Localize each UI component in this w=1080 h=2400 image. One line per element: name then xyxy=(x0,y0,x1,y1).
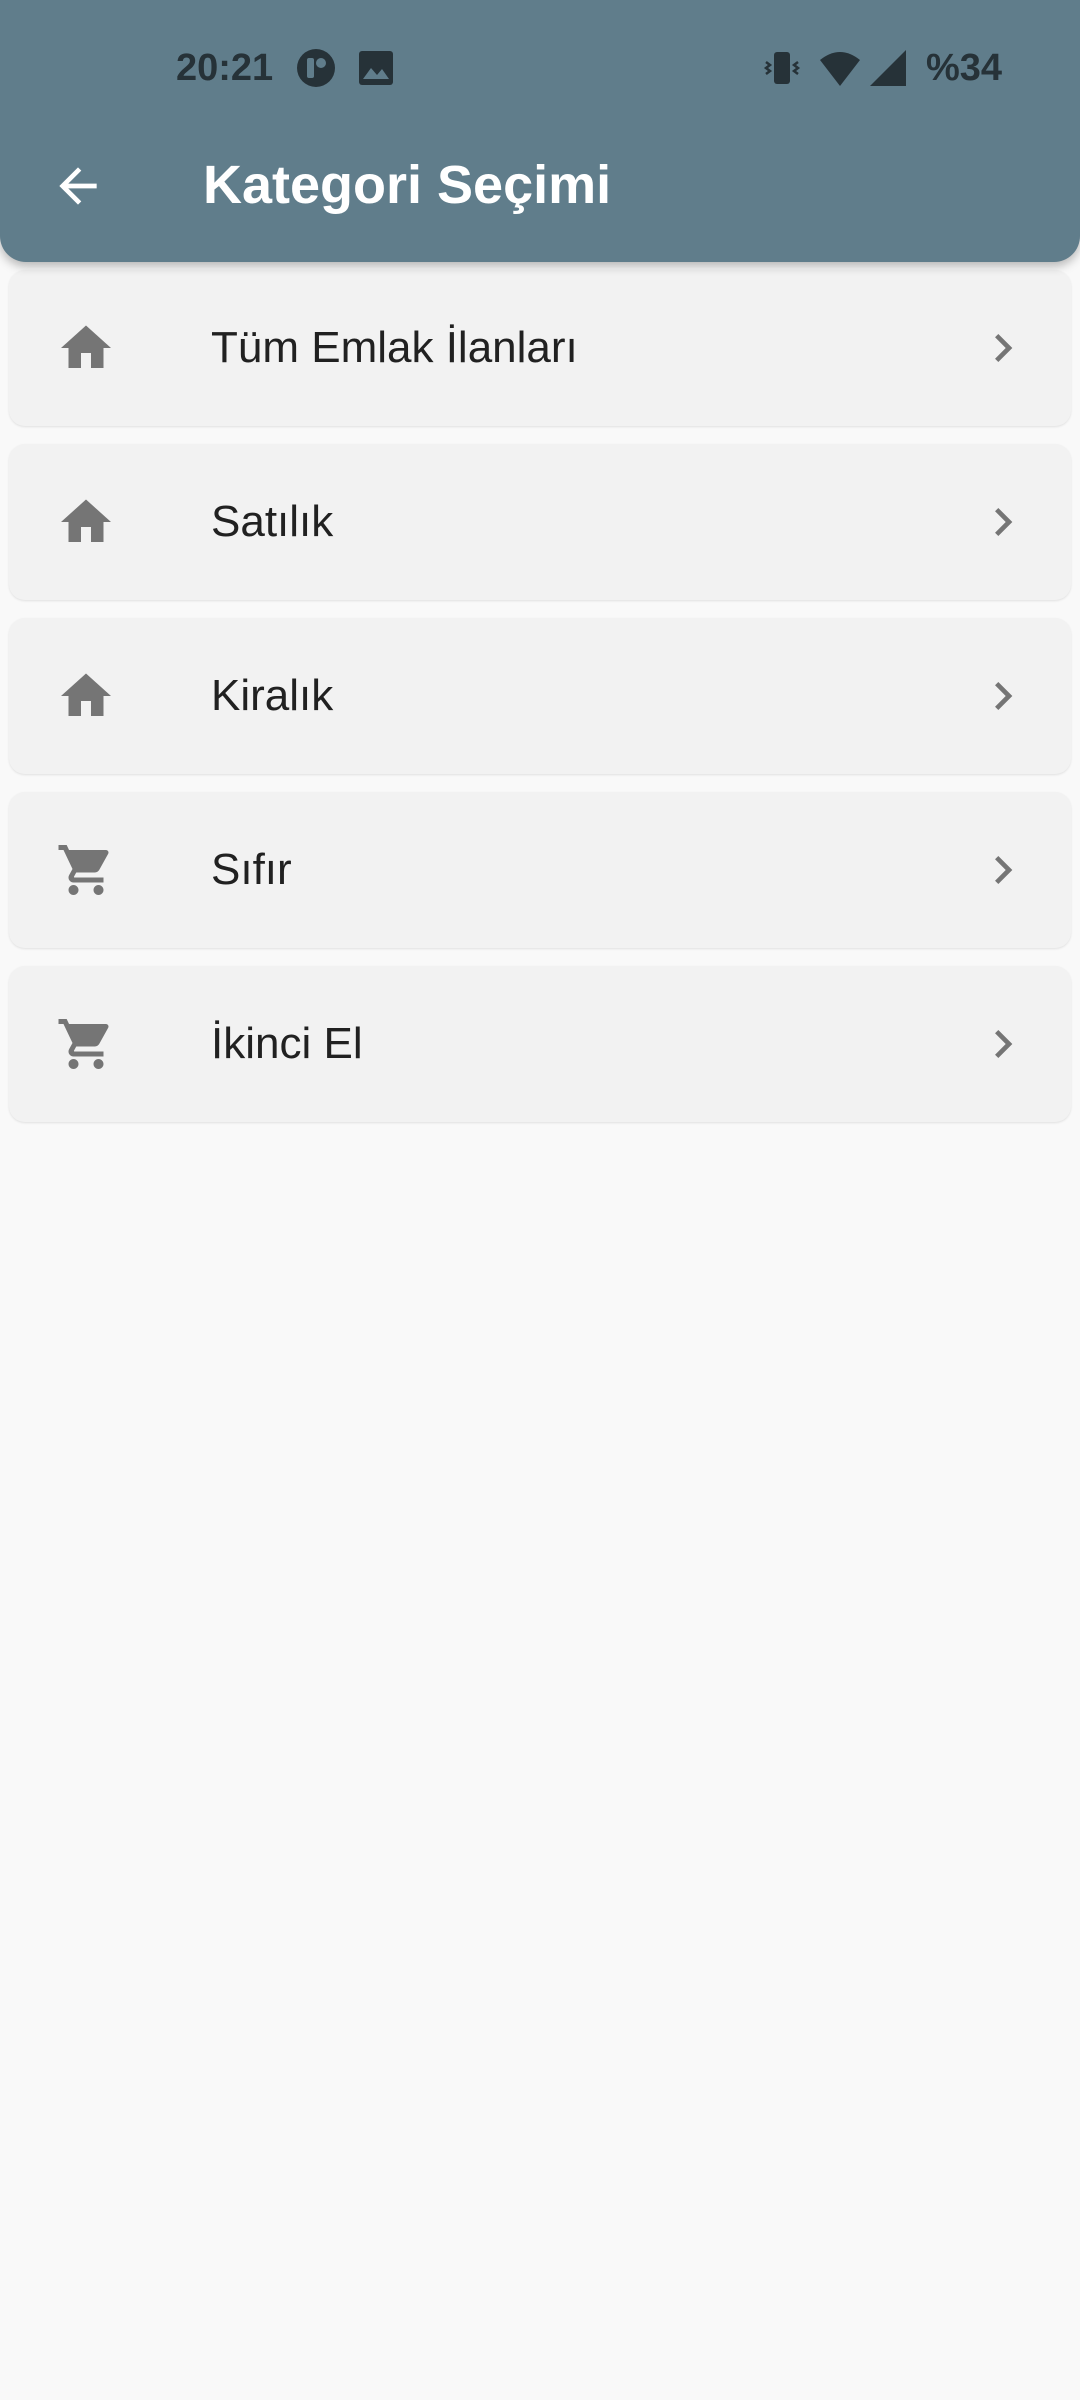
home-icon xyxy=(61,499,111,542)
battery-level: %34 xyxy=(926,47,1003,89)
arrow-back-icon xyxy=(59,167,97,205)
category-label: Kiralık xyxy=(211,671,334,720)
category-item-for-rent[interactable]: Kiralık xyxy=(9,618,1071,774)
chevron-right-icon xyxy=(995,856,1013,884)
home-icon xyxy=(61,325,111,368)
category-item-second-hand[interactable]: İkinci El xyxy=(9,966,1071,1122)
chevron-right-icon xyxy=(995,682,1013,710)
category-label: Satılık xyxy=(211,497,334,546)
chevron-right-icon xyxy=(995,334,1013,362)
category-item-for-sale[interactable]: Satılık xyxy=(9,444,1071,600)
category-label: İkinci El xyxy=(211,1019,363,1068)
category-label: Sıfır xyxy=(211,845,292,894)
cart-icon xyxy=(58,1019,109,1069)
app-bar: 20:21 %34 Kategori Seçimi xyxy=(0,0,1080,262)
vibrate-icon xyxy=(763,52,801,84)
chevron-right-icon xyxy=(995,508,1013,536)
category-list: Tüm Emlak İlanları Satılık Kiralık Sıfır xyxy=(9,270,1071,1140)
category-item-all-real-estate[interactable]: Tüm Emlak İlanları xyxy=(9,270,1071,426)
image-icon xyxy=(359,51,393,85)
chevron-right-icon xyxy=(995,1030,1013,1058)
category-item-new[interactable]: Sıfır xyxy=(9,792,1071,948)
cart-icon xyxy=(58,845,109,895)
page-title: Kategori Seçimi xyxy=(203,155,612,215)
app-notification-icon xyxy=(297,49,335,87)
category-label: Tüm Emlak İlanları xyxy=(211,323,578,372)
status-time: 20:21 xyxy=(176,47,274,89)
signal-icon xyxy=(870,50,906,86)
back-button[interactable] xyxy=(38,146,118,226)
home-icon xyxy=(61,673,111,716)
wifi-icon xyxy=(820,52,860,86)
